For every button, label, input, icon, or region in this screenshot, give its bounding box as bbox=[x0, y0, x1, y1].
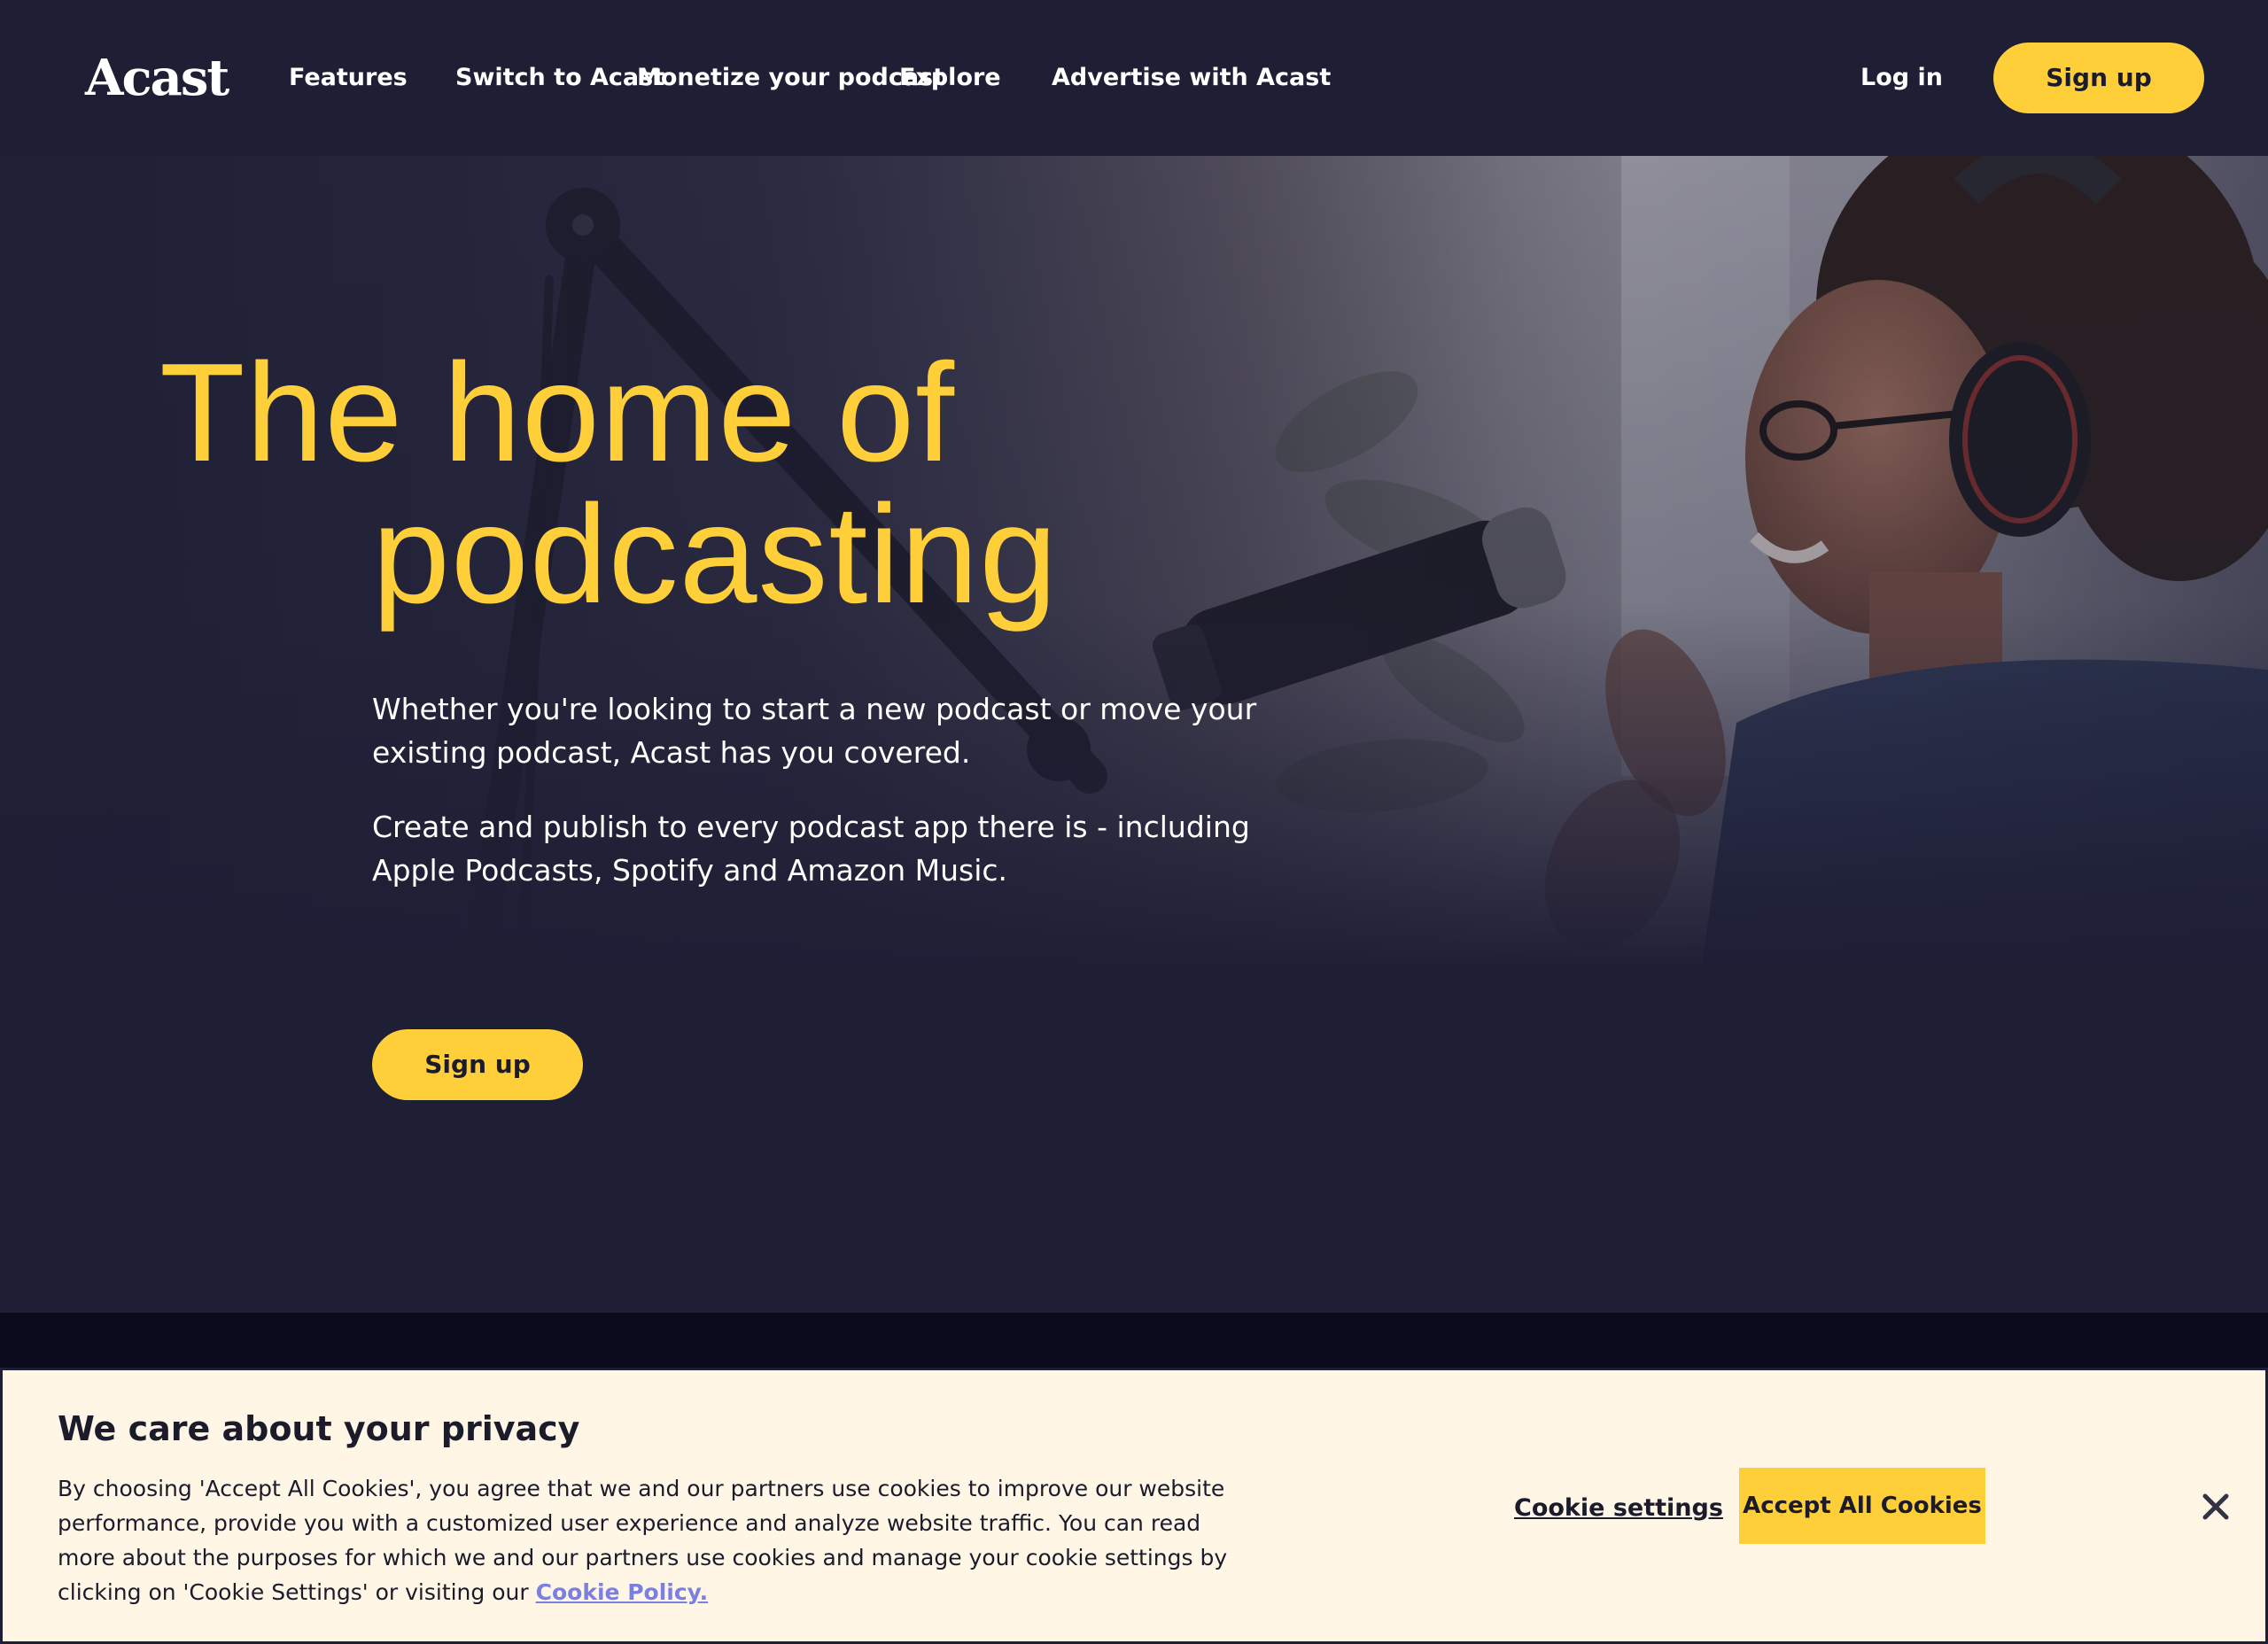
header-signup-button[interactable]: Sign up bbox=[1993, 43, 2204, 113]
hero-paragraph-2: Create and publish to every podcast app … bbox=[372, 810, 1250, 888]
nav-switch-to-acast[interactable]: Switch to Acast bbox=[455, 60, 664, 96]
cookie-policy-link[interactable]: Cookie Policy. bbox=[536, 1579, 709, 1605]
acast-logo[interactable]: Acast bbox=[85, 44, 229, 112]
accept-all-cookies-button[interactable]: Accept All Cookies bbox=[1739, 1468, 1985, 1544]
nav-monetize[interactable]: Monetize your podcast bbox=[637, 60, 944, 96]
cookie-settings-button[interactable]: Cookie settings bbox=[1514, 1491, 1723, 1526]
login-link[interactable]: Log in bbox=[1860, 60, 1943, 96]
hero-signup-button[interactable]: Sign up bbox=[372, 1029, 583, 1100]
nav-explore[interactable]: Explore bbox=[899, 60, 1001, 96]
site-header: Acast Features Switch to Acast Monetize … bbox=[0, 0, 2268, 156]
hero-paragraph-1: Whether you're looking to start a new po… bbox=[372, 692, 1257, 770]
close-icon[interactable] bbox=[2196, 1487, 2235, 1526]
nav-advertise[interactable]: Advertise with Acast bbox=[1052, 60, 1331, 96]
hero-section: The home of podcasting Whether you're lo… bbox=[0, 156, 2268, 1313]
nav-features[interactable]: Features bbox=[289, 60, 408, 96]
hero-title-line1: The home of bbox=[159, 335, 956, 491]
cookie-banner-title: We care about your privacy bbox=[58, 1409, 580, 1448]
hero-title: The home of podcasting bbox=[159, 342, 1311, 625]
cookie-banner-text: By choosing 'Accept All Cookies', you ag… bbox=[58, 1471, 1262, 1609]
hero-title-line2: podcasting bbox=[372, 477, 1059, 632]
cookie-banner: We care about your privacy By choosing '… bbox=[0, 1368, 2268, 1644]
